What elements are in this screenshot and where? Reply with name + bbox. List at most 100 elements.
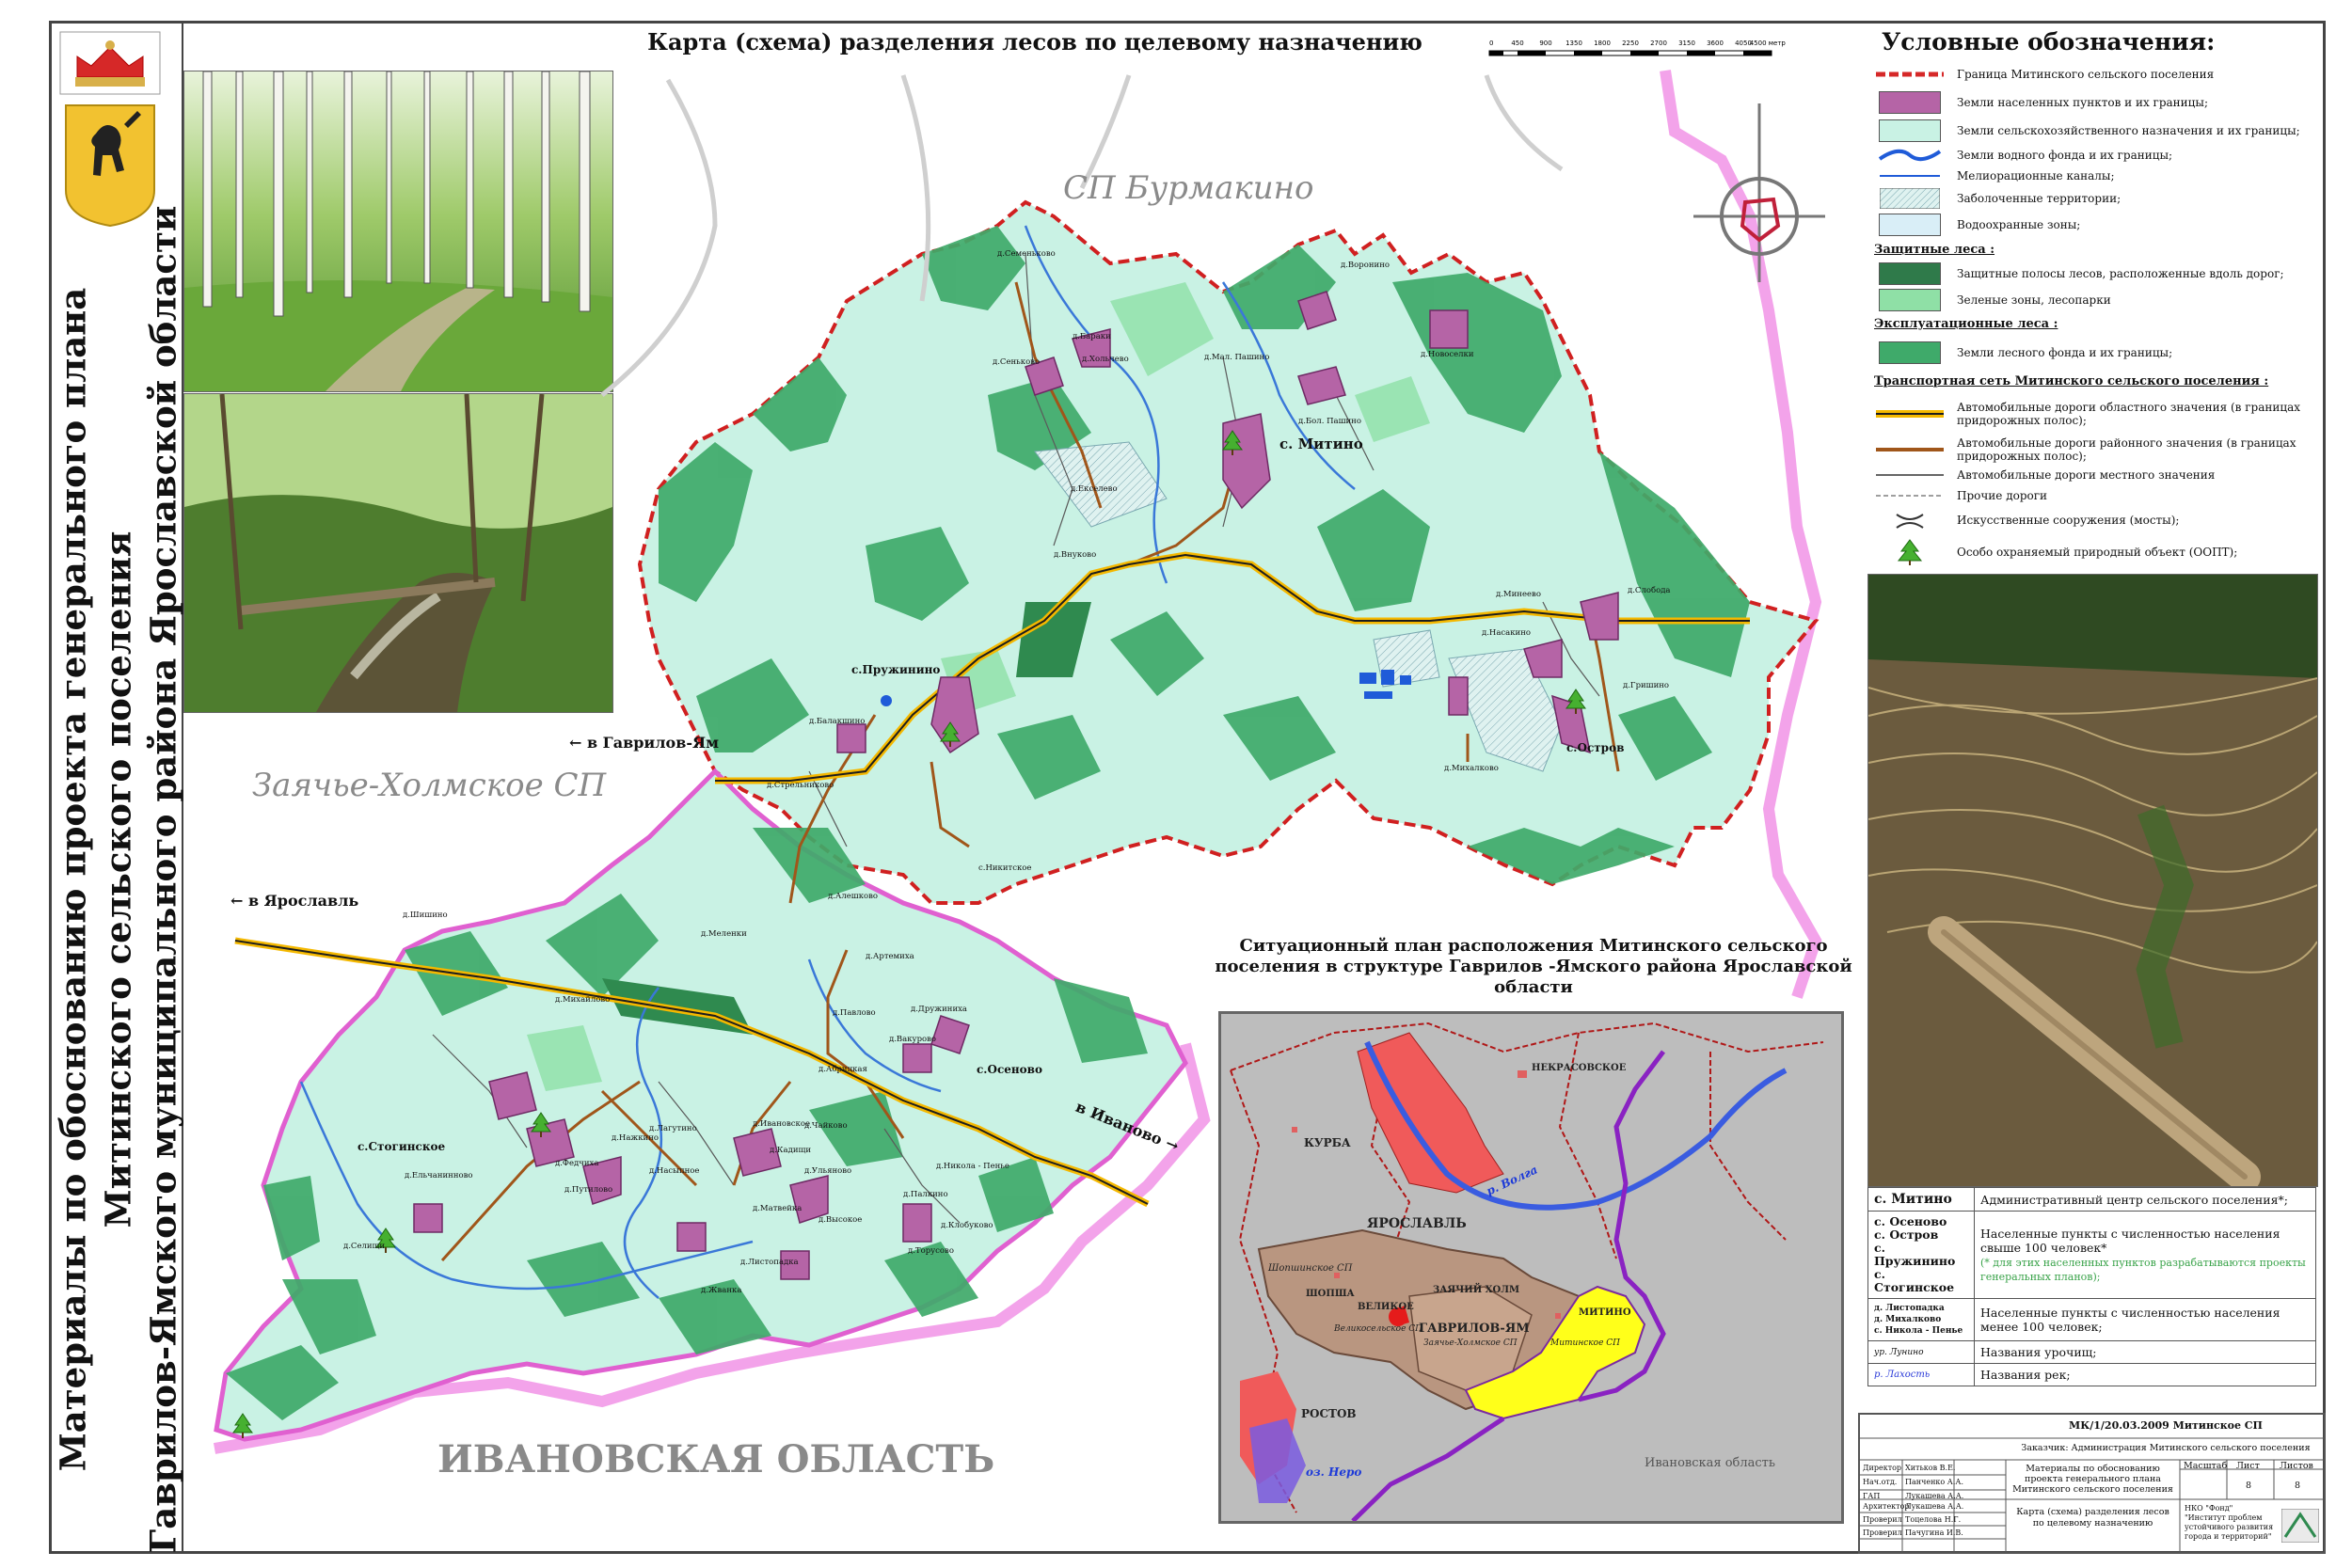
inset-title: Ситуационный план расположения Митинског… bbox=[1215, 936, 1852, 997]
scale-bar: 0 450 900 1350 1800 2250 2700 3150 3600 40504500 … bbox=[1488, 40, 1786, 56]
village-label: д.Селищи bbox=[343, 1242, 386, 1251]
village-label: д.Нажкино bbox=[612, 1133, 659, 1143]
definitions-table: с. Митино Административный центр сельско… bbox=[1867, 1187, 2316, 1386]
stamp-role: Проверил bbox=[1863, 1515, 1902, 1524]
scale-tick-label: 2250 bbox=[1622, 40, 1639, 47]
village-label: д.Палкино bbox=[903, 1190, 948, 1199]
legend-item: Искусственные сооружения (мосты); bbox=[1874, 508, 2316, 532]
legend-item: Земли сельскохозяйственного назначения и… bbox=[1874, 119, 2316, 143]
legend-item: Граница Митинского сельского поселения bbox=[1876, 68, 2215, 81]
village-label: д.Ульяново bbox=[804, 1166, 852, 1176]
stamp-sheet-value: 8 bbox=[2246, 1481, 2252, 1491]
inset-label: оз. Неро bbox=[1306, 1465, 1362, 1479]
village-label: д.Минеево bbox=[1496, 590, 1541, 599]
village-label: д.Листопадка bbox=[740, 1258, 799, 1267]
village-label: д.Чайково bbox=[804, 1121, 848, 1131]
village-label: д.Меленки bbox=[701, 929, 747, 939]
scale-tick-label: 4500 метров bbox=[1750, 40, 1786, 47]
scale-tick-label: 1350 bbox=[1565, 40, 1582, 47]
village-label: д.Вакурово bbox=[889, 1035, 937, 1044]
village-label: д.Алешково bbox=[828, 892, 879, 901]
inset-label: Митинское СП bbox=[1550, 1338, 1621, 1348]
village-label: д.Екселево bbox=[1071, 484, 1118, 494]
scale-tick-label: 0 bbox=[1489, 40, 1493, 47]
stamp-project: Материалы по обоснованию проекта генерал… bbox=[2012, 1464, 2173, 1495]
yaroslavl-coat-of-arms bbox=[59, 31, 161, 228]
village-label: д.Бол. Пашино bbox=[1298, 417, 1361, 426]
place-mitino: с. Митино bbox=[1279, 436, 1363, 452]
village-label: д.Ивановское bbox=[753, 1119, 810, 1129]
title-block-stamp: МК/1/20.03.2009 Митинское СП Заказчик: А… bbox=[1858, 1413, 2326, 1554]
definition-row: с. Осеново с. Остров с. Пружинино с. Сто… bbox=[1867, 1211, 2316, 1299]
inset-label: Шопшинское СП bbox=[1268, 1263, 1353, 1274]
stamp-name: Хитьков В.Е. bbox=[1905, 1464, 1956, 1472]
stamp-name: Тоцелова Н.Г. bbox=[1905, 1515, 1962, 1524]
legend-item: Зеленые зоны, лесопарки bbox=[1874, 288, 2316, 312]
village-label: д.Никола - Пенье bbox=[936, 1162, 1009, 1171]
region-label-west: Заячье-Холмское СП bbox=[252, 767, 607, 804]
village-label: д.Высокое bbox=[818, 1215, 863, 1225]
stamp-sheet-title: Карта (схема) разделения лесов по целево… bbox=[2016, 1507, 2169, 1528]
village-label: д.Артемиха bbox=[866, 952, 914, 961]
institute-logo-icon bbox=[2281, 1509, 2319, 1543]
inset-label: РОСТОВ bbox=[1301, 1407, 1357, 1420]
stamp-sheets-value: 8 bbox=[2295, 1481, 2301, 1491]
place-pruzhinino: с.Пружинино bbox=[851, 663, 941, 676]
village-label: д.Хольчево bbox=[1082, 355, 1129, 364]
inset-label: Ивановская область bbox=[1645, 1456, 1775, 1470]
village-label: д.Абрицкая bbox=[818, 1065, 867, 1074]
village-label: д.Воронино bbox=[1341, 261, 1390, 270]
stamp-name: Пачугина И.В. bbox=[1905, 1528, 1963, 1537]
scale-tick-label: 900 bbox=[1539, 40, 1551, 47]
inset-label: Великосельское СП bbox=[1334, 1324, 1423, 1334]
inset-label: ГАВРИЛОВ-ЯМ bbox=[1419, 1322, 1530, 1336]
village-label: д.Кадищи bbox=[770, 1146, 812, 1155]
stamp-role: Проверил bbox=[1863, 1528, 1902, 1537]
side-title-line2: Митинского сельского поселения bbox=[97, 531, 139, 1228]
village-label: д.Лагутино bbox=[649, 1124, 697, 1133]
village-label: д.Стрельниково bbox=[767, 781, 834, 790]
place-stoginskoe: с.Стогинское bbox=[358, 1140, 446, 1153]
village-label: д.Федчиха bbox=[555, 1159, 599, 1168]
situational-plan-inset: КУРБА НЕКРАСОВСКОЕ ЯРОСЛАВЛЬ р. Волга Шо… bbox=[1218, 1011, 1844, 1524]
scale-tick-label: 3600 bbox=[1707, 40, 1724, 47]
inset-label: ВЕЛИКОЕ bbox=[1358, 1302, 1414, 1312]
stamp-name: Лукашева А.А. bbox=[1905, 1502, 1964, 1511]
inset-label: НЕКРАСОВСКОЕ bbox=[1532, 1063, 1627, 1073]
village-label: д.Матвейка bbox=[753, 1204, 803, 1213]
village-label: д.Ельчанинново bbox=[405, 1171, 473, 1180]
legend-item: Автомобильные дороги областного значения… bbox=[1876, 401, 2300, 427]
legend-item: Мелиорационные каналы; bbox=[1880, 169, 2115, 182]
direction-yaroslavl: ← в Ярославль bbox=[230, 892, 359, 910]
legend-item: Заболоченные территории; bbox=[1874, 186, 2316, 211]
place-ostrov: с.Остров bbox=[1566, 741, 1625, 754]
legend-item: Земли населенных пунктов и их границы; bbox=[1874, 90, 2316, 115]
inset-label: ЗАЯЧИЙ ХОЛМ bbox=[1433, 1285, 1520, 1295]
legend-title: Условные обозначения: bbox=[1882, 28, 2216, 55]
inset-label: Заячье-Холмское СП bbox=[1423, 1338, 1518, 1348]
stamp-doc-number: МК/1/20.03.2009 Митинское СП bbox=[2069, 1419, 2263, 1432]
stamp-org: НКО "Фонд" "Институт проблем устойчивого… bbox=[2185, 1504, 2274, 1541]
legend-section-exploitation: Эксплуатационные леса : bbox=[1874, 317, 2058, 331]
stamp-col-scale: Масштаб bbox=[2184, 1461, 2228, 1471]
region-label-south: ИВАНОВСКАЯ ОБЛАСТЬ bbox=[437, 1437, 995, 1481]
map-title: Карта (схема) разделения лесов по целево… bbox=[647, 28, 1422, 55]
village-label: д.Торусово bbox=[908, 1246, 954, 1256]
scale-tick-label: 450 bbox=[1511, 40, 1523, 47]
village-label: д.Гришино bbox=[1623, 681, 1670, 690]
fallen-logs-photo bbox=[1867, 574, 2318, 1187]
stamp-col-sheet: Лист bbox=[2236, 1461, 2260, 1471]
stamp-name: Панченко А.А. bbox=[1905, 1478, 1963, 1486]
legend-item: Прочие дороги bbox=[1876, 489, 2048, 502]
village-label: д.Михалково bbox=[1444, 764, 1499, 773]
village-label: д.Жванка bbox=[701, 1286, 742, 1295]
inset-label: ЯРОСЛАВЛЬ bbox=[1367, 1216, 1467, 1231]
definition-row: д. Листопадка д. Михалково с. Никола - П… bbox=[1867, 1298, 2316, 1341]
scale-tick-label: 2700 bbox=[1650, 40, 1667, 47]
definition-row: р. Лахость Названия рек; bbox=[1867, 1363, 2316, 1386]
stamp-col-sheets: Листов bbox=[2280, 1461, 2313, 1471]
village-label: д.Михайлово bbox=[555, 995, 611, 1005]
village-label: д.Дружиниха bbox=[911, 1005, 967, 1014]
inset-label: ШОПША bbox=[1306, 1289, 1355, 1299]
village-label: д.Балакшино bbox=[809, 717, 866, 726]
